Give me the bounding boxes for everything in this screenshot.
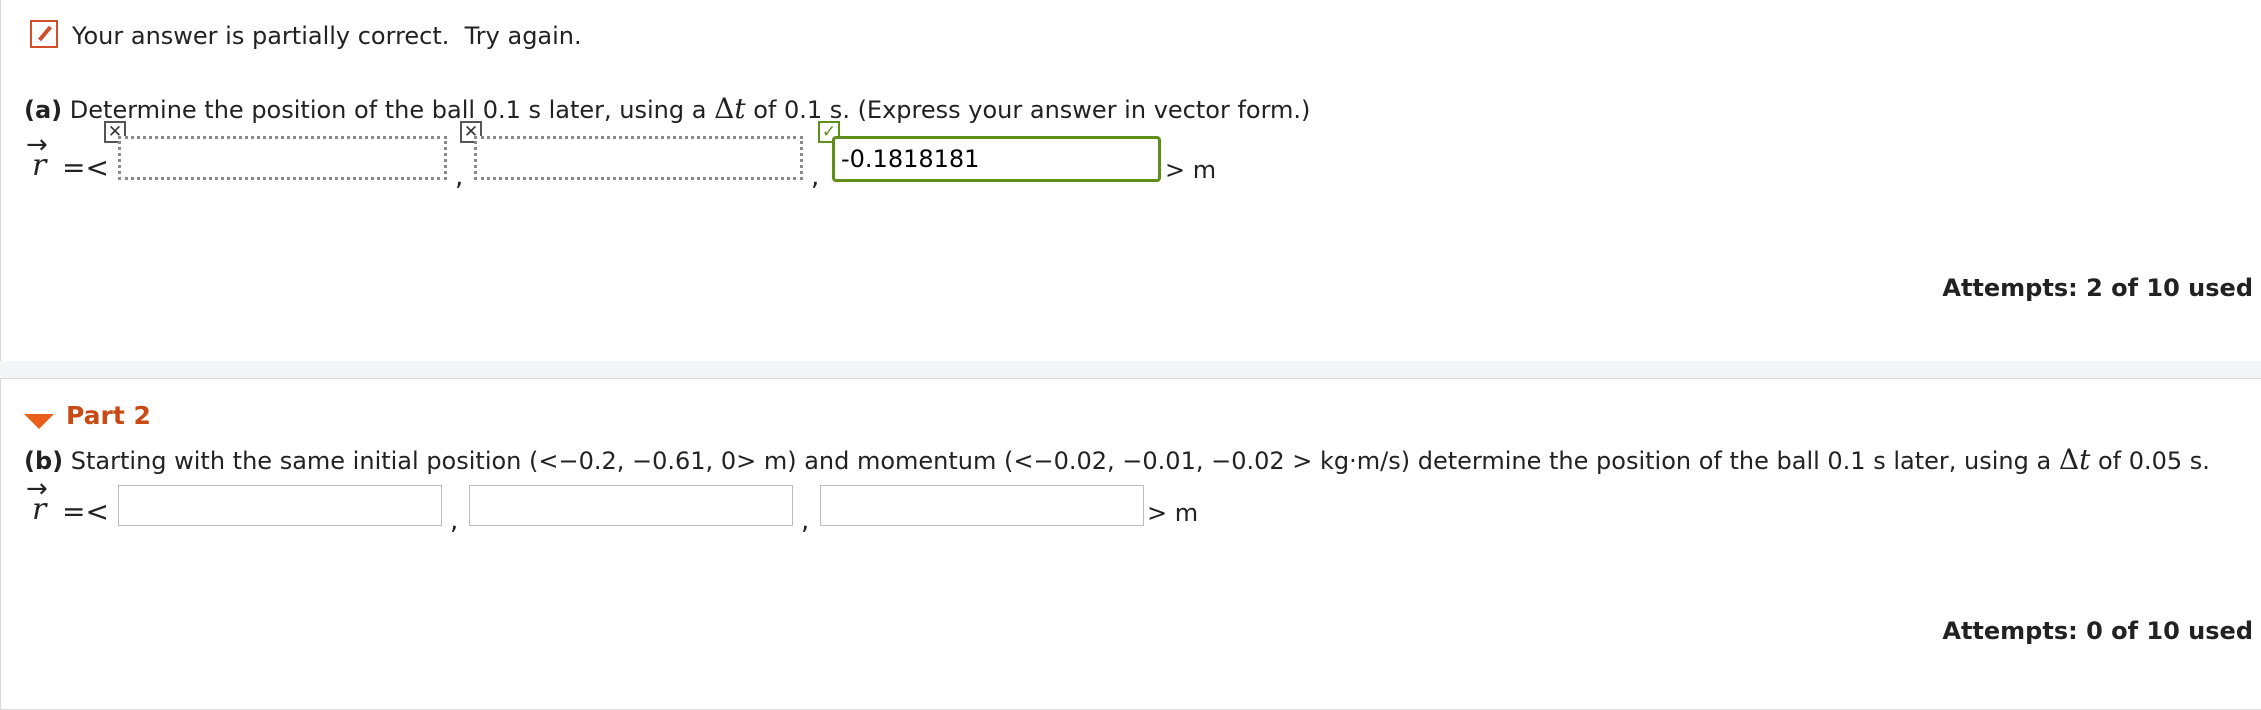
vector-arrow-icon: →: [26, 130, 48, 160]
question-b: (b) Starting with the same initial posit…: [24, 443, 2210, 476]
part2-panel: [0, 378, 2261, 710]
collapse-triangle-icon[interactable]: [24, 414, 54, 429]
position-x-input[interactable]: [118, 136, 447, 180]
question-text-before: Determine the position of the ball 0.1 s…: [69, 96, 707, 124]
vector-arrow-icon: →: [26, 474, 48, 504]
position-y-input[interactable]: [474, 136, 803, 180]
equals-open-bracket: =<: [62, 495, 109, 528]
question-text-after: of 0.1 s. (Express your answer in vector…: [753, 96, 1311, 124]
delta-t-symbol: Δt: [2058, 443, 2091, 476]
part-title[interactable]: Part 2: [66, 401, 151, 430]
equals-open-bracket: =<: [62, 151, 109, 184]
position-x-input[interactable]: [118, 485, 442, 526]
question-letter: (a): [24, 96, 63, 124]
comma-separator: ,: [455, 162, 464, 192]
unit-label: > m: [1147, 499, 1199, 527]
delta-t-symbol: Δt: [714, 92, 746, 125]
status-message: Your answer is partially correct. Try ag…: [72, 22, 582, 50]
comma-separator: ,: [801, 506, 810, 536]
attempts-counter: Attempts: 0 of 10 used: [1942, 617, 2253, 645]
position-z-input[interactable]: [820, 485, 1144, 526]
position-z-input[interactable]: [832, 136, 1161, 182]
comma-separator: ,: [450, 506, 459, 536]
question-a: (a) Determine the position of the ball 0…: [24, 92, 1310, 125]
pencil-icon: [30, 20, 58, 48]
question-text-after: of 0.05 s.: [2097, 447, 2210, 475]
position-y-input[interactable]: [469, 485, 793, 526]
unit-label: > m: [1165, 156, 1217, 184]
question-letter: (b): [24, 447, 64, 475]
panel-separator: [0, 361, 2261, 378]
question-text-before: Starting with the same initial position …: [70, 447, 2052, 475]
attempts-counter: Attempts: 2 of 10 used: [1942, 274, 2253, 302]
comma-separator: ,: [811, 162, 820, 192]
